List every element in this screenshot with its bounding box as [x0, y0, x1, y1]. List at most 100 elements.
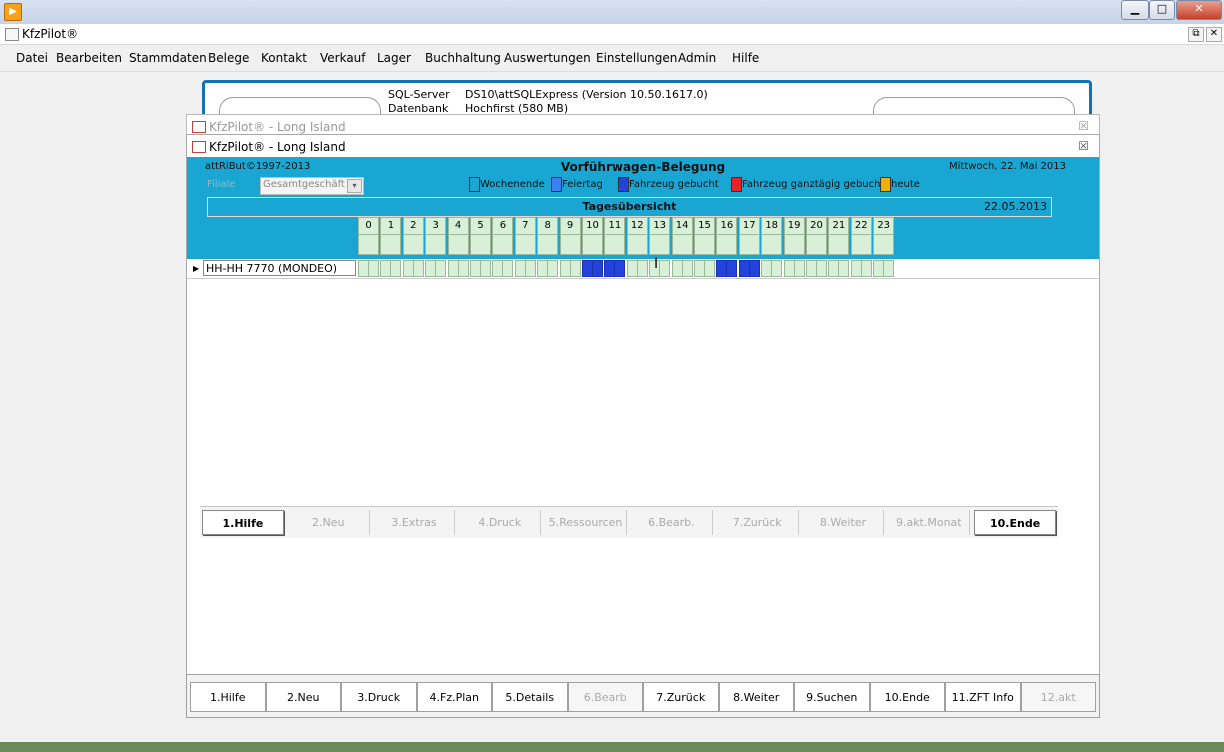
hour-label: 20: [807, 218, 826, 235]
vehicle-booking-window: KfzPilot® - Long Island ☒ attRiBut©1997-…: [186, 134, 1100, 676]
legend-weekend: Wochenende: [480, 179, 545, 190]
hour-label: 15: [695, 218, 714, 235]
free-hour-cell[interactable]: [425, 260, 447, 277]
menu-hilfe[interactable]: Hilfe: [732, 51, 759, 65]
hour-label: 10: [583, 218, 602, 235]
free-hour-cell[interactable]: [402, 260, 424, 277]
minimize-button[interactable]: ▁: [1121, 0, 1149, 20]
menu-bearbeiten[interactable]: Bearbeiten: [56, 51, 122, 65]
booked-hour-cell[interactable]: [582, 260, 603, 277]
menu-verkauf[interactable]: Verkauf: [320, 51, 366, 65]
dropdown-arrow-icon[interactable]: ▾: [347, 179, 362, 193]
hour-column-header: 9: [559, 217, 581, 255]
half-hour-divider: [471, 261, 481, 276]
free-hour-cell[interactable]: [358, 260, 379, 277]
menu-datei[interactable]: Datei: [16, 51, 48, 65]
maximize-button[interactable]: □: [1149, 0, 1175, 20]
form-button-10[interactable]: 10.Ende: [974, 510, 1056, 535]
form-icon: [192, 121, 206, 133]
legend-swatch-weekend-icon: [469, 177, 480, 192]
hour-column-header: 0: [358, 217, 379, 255]
text-cursor-icon: Ι: [654, 256, 659, 272]
app-logo-icon[interactable]: ▶: [4, 3, 22, 21]
menu-kontakt[interactable]: Kontakt: [261, 51, 307, 65]
free-hour-cell[interactable]: [626, 260, 648, 277]
free-hour-cell[interactable]: [806, 260, 827, 277]
free-hour-cell[interactable]: [850, 260, 872, 277]
free-hour-cell[interactable]: [492, 260, 514, 277]
main-button-11[interactable]: 11.ZFT Info: [945, 682, 1021, 712]
main-button-7[interactable]: 7.Zurück: [643, 682, 719, 712]
form-button-8: 8.Weiter: [803, 510, 885, 535]
main-button-10[interactable]: 10.Ende: [869, 682, 945, 712]
day-overview-bar: Tagesübersicht 22.05.2013: [207, 197, 1052, 217]
back-window-close-icon[interactable]: ☒: [1078, 119, 1089, 133]
menu-admin[interactable]: Admin: [678, 51, 716, 65]
free-hour-cell[interactable]: [761, 260, 783, 277]
branch-select[interactable]: Gesamtgeschäft ▾: [260, 177, 364, 195]
hour-column-header: 20: [806, 217, 827, 255]
mdi-restore-button[interactable]: ⧉: [1188, 27, 1204, 42]
booked-hour-cell[interactable]: [716, 260, 738, 277]
menu-stammdaten[interactable]: Stammdaten: [129, 51, 207, 65]
half-hour-divider: [538, 261, 549, 276]
hour-column-header: 17: [738, 217, 760, 255]
table-row[interactable]: ▶ HH-HH 7770 (MONDEO): [187, 259, 1099, 279]
half-hour-divider: [807, 261, 817, 276]
free-hour-cell[interactable]: [380, 260, 402, 277]
hour-label: 22: [851, 218, 871, 235]
close-button[interactable]: ✕: [1176, 0, 1222, 20]
half-hour-divider: [493, 261, 504, 276]
os-top-strip: ▶ ▁ □ ✕: [0, 0, 1224, 24]
menu-einstellungen[interactable]: Einstellungen: [596, 51, 677, 65]
free-hour-cell[interactable]: [559, 260, 581, 277]
main-button-12: 12.akt: [1020, 682, 1096, 712]
menu-belege[interactable]: Belege: [208, 51, 249, 65]
window-close-icon[interactable]: ☒: [1078, 139, 1089, 153]
legend-today: heute: [891, 179, 920, 190]
form-button-1[interactable]: 1.Hilfe: [202, 510, 284, 535]
half-hour-divider: [449, 261, 459, 276]
main-button-3[interactable]: 3.Druck: [341, 682, 417, 712]
half-hour-divider: [426, 261, 437, 276]
free-hour-cell[interactable]: [447, 260, 469, 277]
row-selector-arrow-icon[interactable]: ▶: [193, 264, 199, 273]
hour-label: 18: [762, 218, 782, 235]
main-button-1[interactable]: 1.Hilfe: [190, 682, 266, 712]
free-hour-cell[interactable]: [873, 260, 895, 277]
half-hour-divider: [695, 261, 705, 276]
main-button-4[interactable]: 4.Fz.Plan: [416, 682, 492, 712]
form-button-6: 6.Bearb.: [631, 510, 713, 535]
taskbar-strip: [0, 742, 1224, 752]
hour-column-header: 21: [828, 217, 850, 255]
menu-bar: Datei Bearbeiten Stammdaten Belege Konta…: [0, 45, 1224, 72]
form-button-9: 9.akt.Monat: [888, 510, 971, 535]
hour-column-header: 8: [537, 217, 559, 255]
booked-hour-cell[interactable]: [604, 260, 626, 277]
free-hour-cell[interactable]: [470, 260, 491, 277]
main-button-5[interactable]: 5.Details: [492, 682, 568, 712]
hour-column-header: 1: [380, 217, 402, 255]
hour-label: 13: [650, 218, 670, 235]
mdi-close-button[interactable]: ✕: [1206, 27, 1222, 42]
close-icon: ✕: [1194, 2, 1204, 15]
free-hour-cell[interactable]: [537, 260, 559, 277]
free-hour-cell[interactable]: [783, 260, 805, 277]
free-hour-cell[interactable]: [694, 260, 715, 277]
main-button-9[interactable]: 9.Suchen: [794, 682, 870, 712]
free-hour-cell[interactable]: [514, 260, 536, 277]
main-button-8[interactable]: 8.Weiter: [718, 682, 794, 712]
menu-lager[interactable]: Lager: [377, 51, 411, 65]
vehicle-name[interactable]: HH-HH 7770 (MONDEO): [203, 260, 356, 276]
booked-hour-cell[interactable]: [738, 260, 760, 277]
free-hour-cell[interactable]: [828, 260, 850, 277]
hour-label: 9: [560, 218, 580, 235]
main-button-2[interactable]: 2.Neu: [265, 682, 341, 712]
hour-label: 6: [493, 218, 513, 235]
menu-buchhaltung[interactable]: Buchhaltung: [425, 51, 501, 65]
free-hour-cell[interactable]: [671, 260, 693, 277]
menu-auswertungen[interactable]: Auswertungen: [504, 51, 591, 65]
hour-label: 19: [784, 218, 804, 235]
form-icon: [192, 141, 206, 153]
hour-label: 14: [672, 218, 692, 235]
